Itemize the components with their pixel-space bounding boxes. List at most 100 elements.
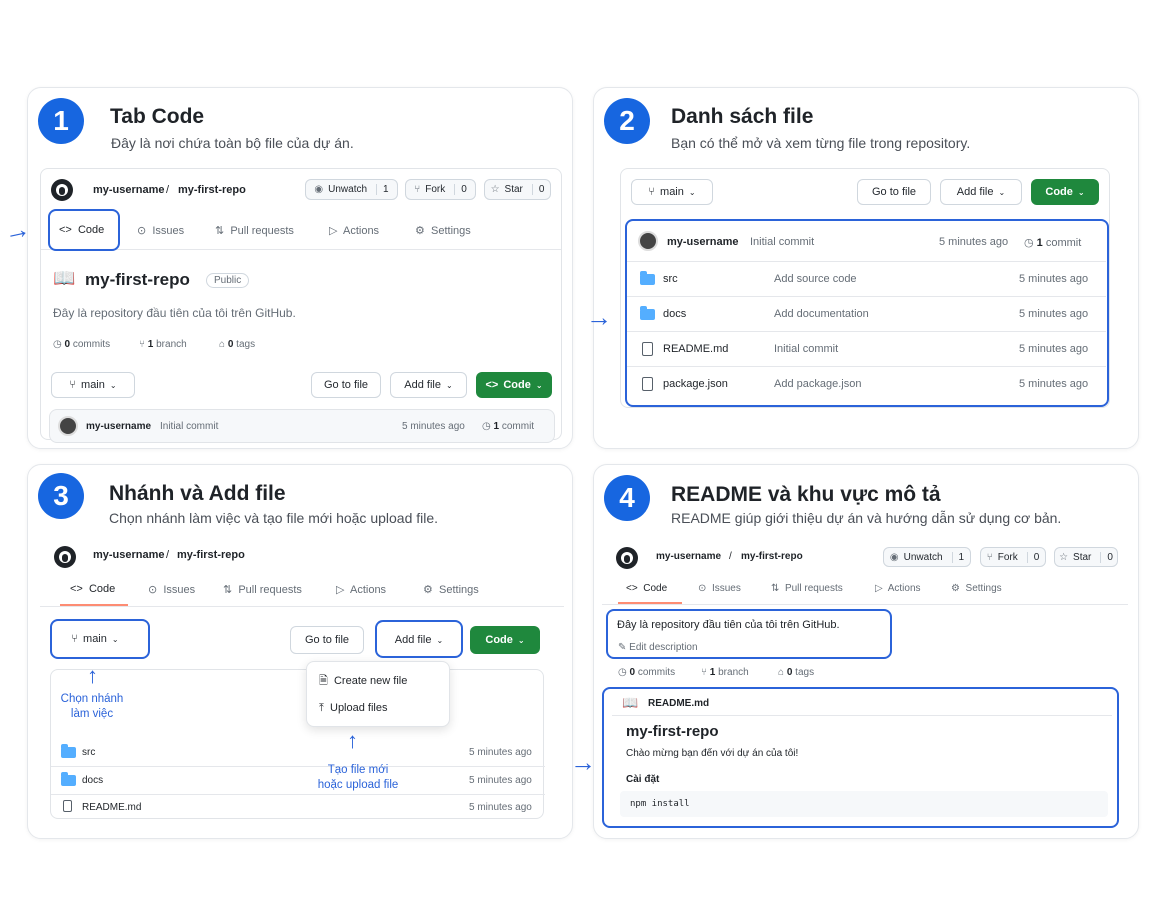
branches-stat[interactable]: ⑂ 1 branch — [701, 667, 749, 678]
issue-icon: ⊙ — [148, 584, 158, 596]
tabs-divider — [41, 249, 561, 250]
fork-button[interactable]: ⑂ Fork 0 — [980, 547, 1046, 567]
commits-stat[interactable]: ◷ 0 commits — [53, 339, 110, 350]
chevron-down-icon: ⌄ — [109, 380, 117, 390]
panel-4: 4 README và khu vực mô tả README giúp gi… — [593, 464, 1139, 839]
tab-pull-requests[interactable]: ⇅ Pull requests — [223, 583, 302, 596]
branch-icon: ⑂ — [139, 339, 145, 350]
gear-icon: ⚙ — [951, 583, 960, 594]
file-row[interactable]: README.md 5 minutes ago — [51, 794, 545, 820]
tab-settings[interactable]: ⚙ Settings — [423, 583, 479, 596]
commit-author[interactable]: my-username — [86, 421, 151, 432]
watch-button[interactable]: ◉ Unwatch 1 — [305, 179, 398, 200]
folder-icon — [61, 772, 76, 786]
create-new-file-item[interactable]: 🗎 Create new file — [319, 672, 407, 691]
tab-pull-requests[interactable]: ⇅ Pull requests — [215, 224, 294, 237]
repo-title: my-first-repo — [85, 270, 190, 289]
eye-icon: ◉ — [889, 551, 899, 563]
tab-actions[interactable]: ▷ Actions — [329, 224, 379, 237]
fork-button[interactable]: ⑂ Fork 0 — [405, 179, 476, 200]
avatar — [58, 416, 78, 436]
code-button[interactable]: Code ⌄ — [1031, 179, 1099, 205]
pull-request-icon: ⇅ — [771, 583, 780, 594]
file-icon — [63, 800, 72, 812]
add-file-button[interactable]: Add file ⌄ — [940, 179, 1022, 205]
watch-button[interactable]: ◉ Unwatch 1 — [883, 547, 971, 567]
tab-code[interactable]: <> Code — [626, 583, 667, 594]
history-icon: ◷ — [53, 339, 62, 350]
file-row[interactable]: docs 5 minutes ago — [51, 766, 545, 794]
file-name[interactable]: README.md — [82, 802, 141, 813]
code-icon: <> — [485, 379, 499, 391]
gear-icon: ⚙ — [415, 225, 425, 237]
step-badge-2: 2 — [604, 98, 650, 144]
highlight-file-list — [625, 219, 1109, 407]
go-to-file-button[interactable]: Go to file — [290, 626, 364, 654]
arrow-icon: → — [570, 747, 596, 777]
file-time: 5 minutes ago — [469, 775, 532, 786]
tags-stat[interactable]: ⌂ 0 tags — [778, 667, 814, 678]
commits-stat[interactable]: ◷ 0 commits — [618, 667, 675, 678]
chevron-down-icon: ⌄ — [998, 187, 1006, 197]
tab-issues[interactable]: ⊙ Issues — [698, 583, 741, 594]
commit-count[interactable]: ◷ 1 commit — [482, 421, 534, 432]
highlight-description — [606, 609, 892, 659]
branches-stat[interactable]: ⑂ 1 branch — [139, 339, 187, 350]
fork-icon: ⑂ — [986, 551, 993, 563]
owner-link[interactable]: my-username — [656, 551, 721, 562]
add-file-button[interactable]: Add file ⌄ — [390, 372, 467, 398]
star-button[interactable]: ☆ Star 0 — [484, 179, 551, 200]
branch-selector[interactable]: ⑂ main ⌄ — [631, 179, 713, 205]
branch-selector[interactable]: ⑂ main ⌄ — [51, 372, 135, 398]
path-separator: / — [729, 551, 732, 562]
panel-title: Danh sách file — [671, 105, 814, 128]
up-arrow-icon: ↑ — [87, 663, 98, 688]
file-name[interactable]: docs — [82, 775, 103, 786]
tab-pull-requests[interactable]: ⇅ Pull requests — [771, 583, 843, 594]
go-to-file-button[interactable]: Go to file — [311, 372, 381, 398]
branch-icon: ⑂ — [701, 667, 707, 678]
upload-files-item[interactable]: ⤒ Upload files — [319, 702, 387, 715]
step-badge-1: 1 — [38, 98, 84, 144]
latest-commit-bar: my-username Initial commit 5 minutes ago… — [49, 409, 555, 443]
tab-issues[interactable]: ⊙ Issues — [137, 224, 184, 237]
repo-name-link[interactable]: my-first-repo — [177, 549, 245, 561]
owner-link[interactable]: my-username — [93, 549, 165, 561]
repo-card: my-username / my-first-repo ◉ Unwatch 1 ⑂ F… — [602, 539, 1128, 829]
tab-actions[interactable]: ▷ Actions — [875, 583, 921, 594]
repo-name-link[interactable]: my-first-repo — [178, 184, 246, 196]
star-button[interactable]: ☆ Star 0 — [1054, 547, 1118, 567]
panel-subtitle: Chọn nhánh làm việc và tạo file mới hoặc… — [109, 510, 439, 526]
chevron-down-icon: ⌄ — [688, 187, 696, 197]
fork-icon: ⑂ — [414, 184, 421, 195]
go-to-file-button[interactable]: Go to file — [857, 179, 931, 205]
highlight-branch — [50, 619, 150, 659]
code-button[interactable]: <> Code ⌄ — [476, 372, 552, 398]
commit-time: 5 minutes ago — [402, 421, 465, 432]
tab-settings[interactable]: ⚙ Settings — [415, 224, 471, 237]
repo-name-link[interactable]: my-first-repo — [741, 551, 803, 562]
arrow-icon: → — [586, 302, 612, 332]
github-logo-icon — [51, 179, 73, 201]
commit-message[interactable]: Initial commit — [160, 421, 218, 432]
tab-actions[interactable]: ▷ Actions — [336, 583, 386, 596]
pull-request-icon: ⇅ — [215, 225, 225, 237]
eye-icon: ◉ — [314, 184, 324, 195]
chevron-down-icon: ⌄ — [446, 380, 453, 390]
branch-icon: ⑂ — [648, 186, 656, 198]
upload-icon: ⤒ — [319, 702, 324, 714]
tab-settings[interactable]: ⚙ Settings — [951, 583, 1002, 594]
file-row[interactable]: src 5 minutes ago — [51, 738, 545, 766]
chevron-down-icon: ⌄ — [517, 635, 525, 645]
tab-code[interactable]: <> Code — [70, 583, 115, 595]
file-name[interactable]: src — [82, 747, 95, 758]
panel-subtitle: Đây là nơi chứa toàn bộ file của dự án. — [111, 135, 354, 151]
tags-stat[interactable]: ⌂ 0 tags — [219, 339, 255, 350]
chevron-down-icon: ⌄ — [535, 380, 543, 390]
panel-title: Nhánh và Add file — [109, 482, 286, 505]
owner-link[interactable]: my-username — [93, 184, 165, 196]
pull-request-icon: ⇅ — [223, 584, 233, 596]
code-button[interactable]: Code ⌄ — [470, 626, 540, 654]
tab-issues[interactable]: ⊙ Issues — [148, 583, 195, 596]
github-logo-icon — [54, 546, 76, 568]
